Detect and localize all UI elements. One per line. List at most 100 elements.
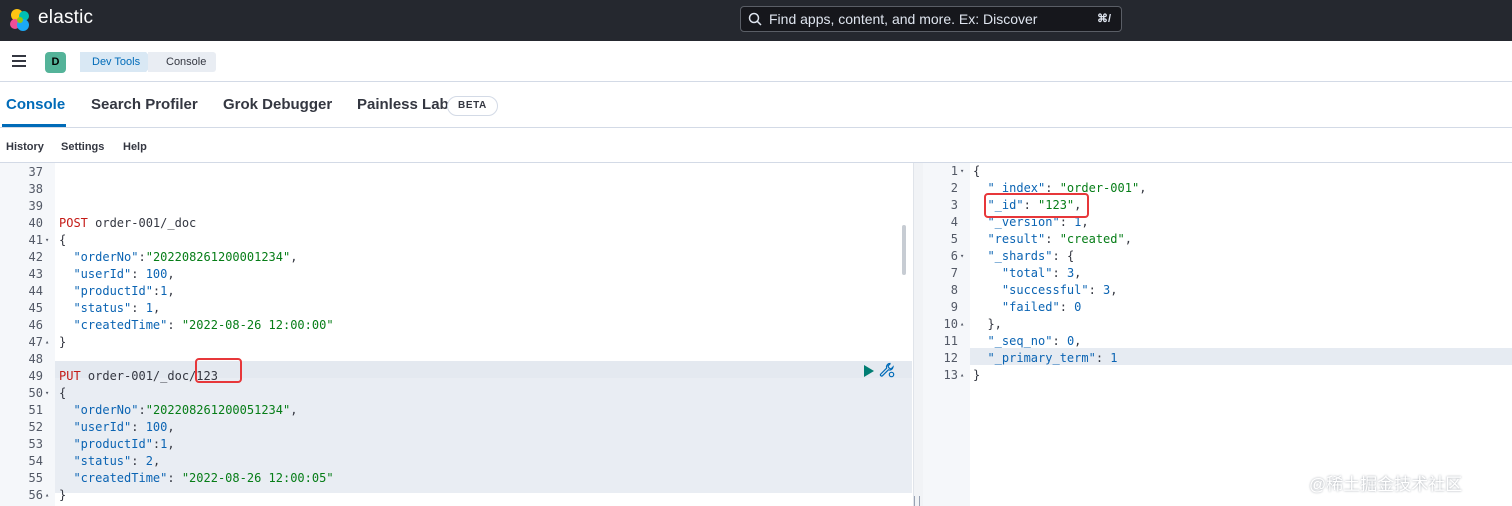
code-line[interactable]: 1 ▾ { bbox=[923, 163, 1512, 180]
top-bar: elastic ⌘/ bbox=[0, 0, 1512, 41]
line-number: 42 bbox=[28, 250, 43, 264]
code-line[interactable]: 11 "_seq_no": 0, bbox=[923, 333, 1512, 350]
json-key: "userId" bbox=[59, 420, 132, 434]
code-line[interactable]: 49 PUT order-001/_doc/123 bbox=[0, 368, 912, 385]
json-key: "orderNo" bbox=[59, 250, 139, 264]
request-editor[interactable]: 37 38 39 40 POST order-001/_doc 41 ▾{42 "order… bbox=[0, 163, 912, 506]
json-separator: : bbox=[1052, 266, 1067, 280]
fold-expanded-icon[interactable]: ▾ bbox=[960, 163, 964, 180]
line-number: 37 bbox=[28, 165, 43, 179]
fold-collapsed-icon[interactable]: ▴ bbox=[45, 334, 49, 351]
line-number: 7 bbox=[950, 266, 958, 280]
json-string: "2022-08-26 12:00:05" bbox=[181, 471, 334, 485]
line-number: 12 bbox=[943, 351, 958, 365]
code-line[interactable]: 40 POST order-001/_doc bbox=[0, 215, 912, 232]
fold-expanded-icon[interactable]: ▾ bbox=[960, 248, 964, 265]
json-punct: { bbox=[1066, 249, 1075, 263]
json-punct: , bbox=[1139, 181, 1147, 195]
http-method: POST bbox=[59, 216, 88, 230]
json-punct: , bbox=[1074, 334, 1082, 348]
code-line[interactable]: 7 "total": 3, bbox=[923, 265, 1512, 282]
code-line[interactable]: 10 ▴ }, bbox=[923, 316, 1512, 333]
tab-painless-lab[interactable]: Painless Lab bbox=[357, 96, 449, 113]
code-line[interactable]: 37 bbox=[0, 164, 912, 181]
code-line[interactable]: 55 "createdTime": "2022-08-26 12:00:05" bbox=[0, 470, 912, 487]
code-line[interactable]: 13 ▴} bbox=[923, 367, 1512, 384]
line-number: 46 bbox=[28, 318, 43, 332]
json-punct: , bbox=[1074, 266, 1082, 280]
json-punct: , bbox=[167, 420, 175, 434]
json-key: "_primary_term" bbox=[973, 351, 1096, 365]
space-avatar[interactable]: D bbox=[45, 52, 66, 73]
fold-collapsed-icon[interactable]: ▴ bbox=[960, 316, 964, 333]
json-separator: : bbox=[1052, 249, 1067, 263]
settings-link[interactable]: Settings bbox=[61, 141, 104, 153]
code-token: } bbox=[59, 335, 67, 349]
code-text: "orderNo":"202208261200051234", bbox=[59, 402, 297, 419]
breadcrumb-dev-tools[interactable]: Dev Tools bbox=[80, 52, 154, 72]
brand-name[interactable]: elastic bbox=[38, 7, 93, 29]
code-line[interactable]: 9 "failed": 0 bbox=[923, 299, 1512, 316]
code-line[interactable]: 53 "productId":1, bbox=[0, 436, 912, 453]
global-search[interactable]: ⌘/ bbox=[740, 6, 1122, 32]
code-line[interactable]: 44 "productId":1, bbox=[0, 283, 912, 300]
json-number: 0 bbox=[1074, 300, 1082, 314]
fold-expanded-icon[interactable]: ▾ bbox=[45, 385, 49, 402]
code-token: { bbox=[59, 386, 67, 400]
code-text: "result": "created", bbox=[973, 231, 1132, 248]
code-line[interactable]: 54 "status": 2, bbox=[0, 453, 912, 470]
json-key: "productId" bbox=[59, 284, 153, 298]
code-line[interactable]: 6 ▾ "_shards": { bbox=[923, 248, 1512, 265]
json-separator: : bbox=[131, 420, 146, 434]
code-line[interactable]: 42 "orderNo":"202208261200001234", bbox=[0, 249, 912, 266]
tab-search-profiler[interactable]: Search Profiler bbox=[91, 96, 198, 113]
request-path: order-001/_doc bbox=[87, 216, 197, 230]
response-output[interactable]: 1 ▾{2 "_index": "order-001", 3 "_id": "123… bbox=[923, 163, 1512, 506]
json-separator: : bbox=[1059, 300, 1075, 314]
fold-collapsed-icon[interactable]: ▴ bbox=[45, 487, 49, 504]
code-text: { bbox=[973, 163, 980, 180]
code-line[interactable]: 5 "result": "created", bbox=[923, 231, 1512, 248]
fold-collapsed-icon[interactable]: ▴ bbox=[960, 367, 964, 384]
run-request-icon[interactable] bbox=[864, 365, 874, 377]
tab-console[interactable]: Console bbox=[6, 96, 65, 113]
pane-resizer[interactable] bbox=[913, 163, 923, 506]
json-key: "orderNo" bbox=[59, 403, 139, 417]
code-line[interactable]: 50 ▾ { bbox=[0, 385, 912, 402]
menu-icon[interactable] bbox=[12, 55, 26, 67]
tab-grok-debugger[interactable]: Grok Debugger bbox=[223, 96, 332, 113]
elastic-logo-icon[interactable] bbox=[8, 8, 32, 32]
code-line[interactable]: 43 "userId": 100, bbox=[0, 266, 912, 283]
fold-expanded-icon[interactable]: ▾ bbox=[45, 232, 49, 249]
code-text: "createdTime": "2022-08-26 12:00:00" bbox=[59, 317, 333, 334]
code-line[interactable]: 12 "_primary_term": 1 bbox=[923, 350, 1512, 367]
search-input[interactable] bbox=[769, 10, 1069, 28]
json-separator: : bbox=[167, 471, 182, 485]
code-line[interactable]: 8 "successful": 3, bbox=[923, 282, 1512, 299]
code-line[interactable]: 41 ▾ { bbox=[0, 232, 912, 249]
editor-scrollbar[interactable] bbox=[902, 225, 906, 275]
line-number: 38 bbox=[28, 182, 43, 196]
code-line[interactable]: 46 "createdTime": "2022-08-26 12:00:00" bbox=[0, 317, 912, 334]
line-number: 53 bbox=[28, 437, 43, 451]
line-number: 2 bbox=[950, 181, 958, 195]
json-separator: : bbox=[131, 301, 146, 315]
code-text: "status": 2, bbox=[59, 453, 160, 470]
code-line[interactable]: 45 "status": 1, bbox=[0, 300, 912, 317]
code-line[interactable]: 48 bbox=[0, 351, 912, 368]
code-line[interactable]: 56 ▴} bbox=[0, 487, 912, 504]
code-line[interactable]: 39 bbox=[0, 198, 912, 215]
code-line[interactable]: 51 "orderNo":"202208261200051234", bbox=[0, 402, 912, 419]
json-separator: : bbox=[131, 267, 146, 281]
code-text: "_primary_term": 1 bbox=[973, 350, 1117, 367]
json-punct: , bbox=[167, 437, 175, 451]
code-line[interactable]: 47 ▴} bbox=[0, 334, 912, 351]
help-link[interactable]: Help bbox=[123, 141, 147, 153]
code-line[interactable]: 52 "userId": 100, bbox=[0, 419, 912, 436]
history-link[interactable]: History bbox=[6, 141, 44, 153]
code-token: { bbox=[59, 233, 67, 247]
json-separator: : bbox=[138, 250, 146, 264]
wrench-icon[interactable] bbox=[879, 362, 895, 378]
code-line[interactable]: 38 bbox=[0, 181, 912, 198]
resize-grip-icon[interactable] bbox=[914, 496, 920, 506]
